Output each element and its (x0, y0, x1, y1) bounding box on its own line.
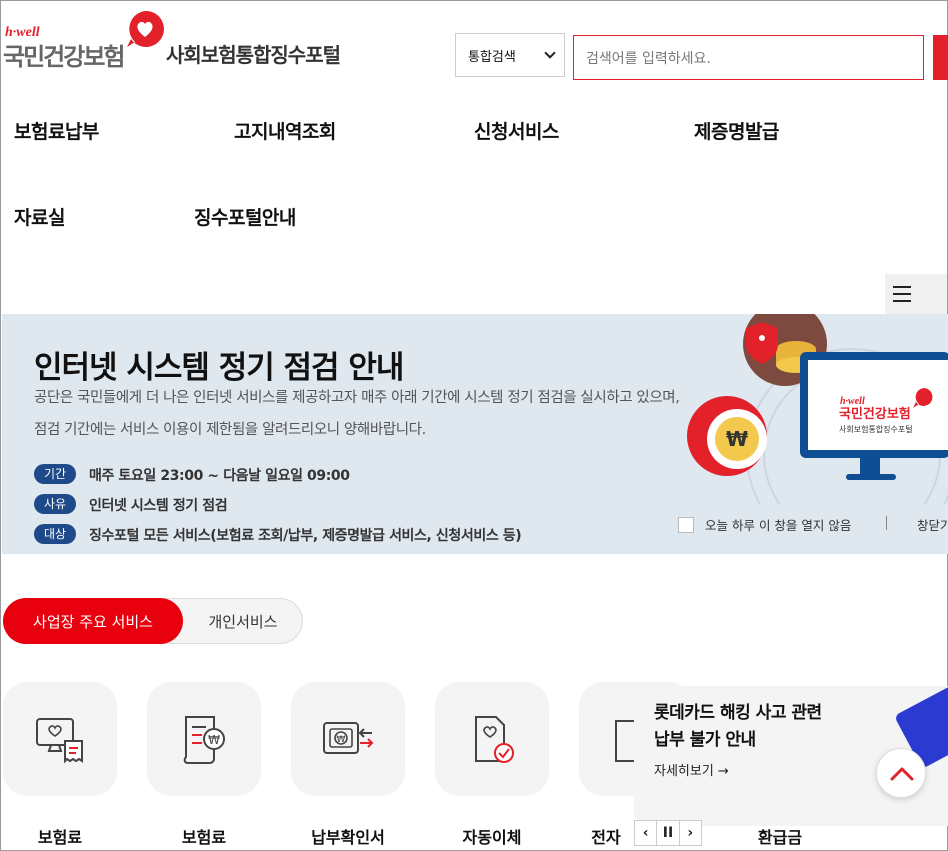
nav-item-certificate[interactable]: 제증명발급 (694, 117, 779, 144)
svg-text:₩: ₩ (208, 733, 220, 747)
svg-text:₩: ₩ (337, 735, 346, 745)
dont-show-today-label[interactable]: 오늘 하루 이 창을 열지 않음 (705, 515, 851, 534)
service-tile-4[interactable] (435, 682, 549, 796)
service-tile-1[interactable] (3, 682, 117, 796)
search-scope-value: 통합검색 (468, 49, 516, 65)
document-check-icon (475, 716, 514, 763)
monitor-logo-main: 국민건강보험 (839, 406, 911, 422)
nav-item-payment[interactable]: 보험료납부 (14, 117, 99, 144)
maintenance-illustration: ₩ h·well 국민건강보험 사회보험통합징수포털 (687, 314, 948, 504)
notice-title: 인터넷 시스템 정기 점검 안내 (34, 350, 404, 386)
dont-show-today-checkbox[interactable] (678, 517, 694, 533)
search-scope-select[interactable]: 통합검색 (455, 33, 565, 77)
document-won-icon: ₩ (183, 716, 225, 764)
search-button[interactable] (933, 35, 948, 80)
nav-item-notice-lookup[interactable]: 고지내역조회 (234, 117, 336, 144)
ad-title: 롯데카드 해킹 사고 관련 납부 불가 안내 (654, 700, 822, 754)
maintenance-notice-banner: 인터넷 시스템 정기 점검 안내 공단은 국민들에게 더 나은 인터넷 서비스를… (2, 314, 948, 554)
nav-item-archive[interactable]: 자료실 (14, 203, 65, 230)
ad-title-line2: 납부 불가 안내 (654, 730, 756, 750)
tag-target: 대상 (34, 524, 76, 544)
chevron-up-icon (890, 767, 914, 781)
notice-reason-text: 인터넷 시스템 정기 점검 (89, 498, 228, 514)
notice-desc-line2: 점검 기간에는 서비스 이용이 제한됨을 알려드리오니 양해바랍니다. (34, 422, 426, 438)
service-tile-3[interactable]: ₩ (291, 682, 405, 796)
logo-nhis[interactable]: 국민건강보험 (3, 37, 125, 72)
portal-title: 사회보험통합징수포털 (166, 43, 341, 67)
divider (886, 516, 887, 530)
tab-personal-services[interactable]: 개인서비스 (183, 598, 303, 644)
chevron-down-icon (544, 47, 556, 59)
monitor-logo-small: h·well (840, 396, 865, 407)
service-label-6[interactable]: 환급금 (720, 824, 840, 848)
tag-reason: 사유 (34, 494, 76, 514)
monitor-receipt-icon (36, 718, 83, 764)
notice-desc-line1: 공단은 국민들에게 더 나은 인터넷 서비스를 제공하고자 매주 아래 기간에 … (34, 390, 680, 406)
menu-button[interactable] (885, 274, 947, 314)
service-label-2[interactable]: 보험료 (144, 824, 264, 848)
tab-business-services[interactable]: 사업장 주요 서비스 (3, 598, 183, 644)
scroll-top-button[interactable] (876, 748, 926, 798)
wallet-transfer-icon: ₩ (323, 722, 374, 754)
search-placeholder: 검색어를 입력하세요. (586, 50, 711, 67)
notice-target-text: 징수포털 모든 서비스(보험료 조회/납부, 제증명발급 서비스, 신청서비스 … (89, 528, 522, 544)
service-label-3[interactable]: 납부확인서 (288, 824, 408, 848)
service-label-5[interactable]: 전자 (576, 824, 636, 848)
ad-pause-button[interactable]: II (657, 821, 680, 845)
ad-more-link[interactable]: 자세히보기 → (654, 760, 729, 779)
close-notice-button[interactable]: 창닫기 (917, 515, 948, 534)
search-input[interactable]: 검색어를 입력하세요. (573, 35, 924, 80)
ad-title-line1: 롯데카드 해킹 사고 관련 (654, 703, 822, 723)
monitor-subtitle: 사회보험통합징수포털 (839, 424, 913, 434)
nav-item-application[interactable]: 신청서비스 (474, 117, 559, 144)
service-label-1[interactable]: 보험료 (0, 824, 120, 848)
nav-item-portal-guide[interactable]: 징수포털안내 (194, 203, 296, 230)
heart-logo-icon (127, 10, 164, 47)
service-label-4[interactable]: 자동이체 (432, 824, 552, 848)
ad-prev-button[interactable]: ‹ (635, 821, 658, 845)
ad-carousel-controls: ‹ II › (634, 820, 702, 846)
ad-next-button[interactable]: › (680, 821, 701, 845)
tag-period: 기간 (34, 464, 76, 484)
svg-text:₩: ₩ (726, 427, 748, 451)
notice-period-text: 매주 토요일 23:00 ~ 다음날 일요일 09:00 (89, 468, 350, 484)
service-tile-2[interactable]: ₩ (147, 682, 261, 796)
